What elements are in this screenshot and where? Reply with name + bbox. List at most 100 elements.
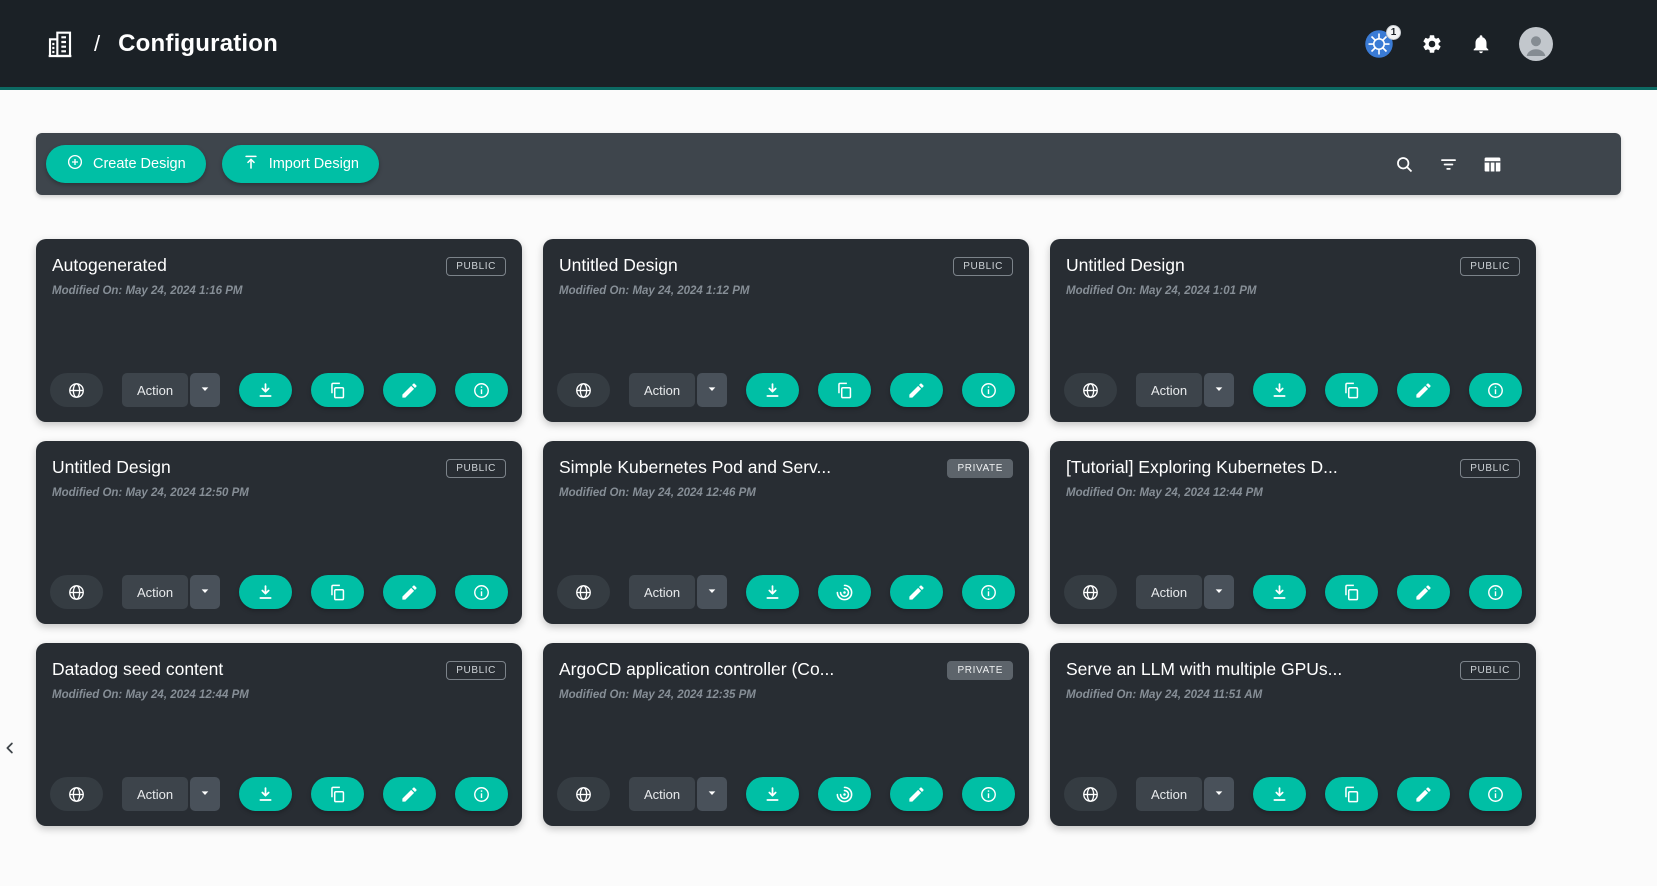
provider-icon[interactable]: 1 — [1364, 29, 1394, 59]
download-button[interactable] — [746, 777, 799, 811]
action-dropdown-button[interactable] — [1204, 575, 1234, 609]
avatar[interactable] — [1519, 27, 1553, 61]
download-button[interactable] — [746, 575, 799, 609]
info-button[interactable] — [455, 575, 508, 609]
spiral-icon — [835, 583, 854, 602]
plus-circle-icon — [66, 153, 84, 175]
globe-button[interactable] — [1064, 575, 1117, 609]
action-dropdown-button[interactable] — [1204, 777, 1234, 811]
copy-button[interactable] — [818, 373, 871, 407]
globe-button[interactable] — [557, 575, 610, 609]
action-button[interactable]: Action — [629, 777, 695, 811]
copy-button[interactable] — [1325, 575, 1378, 609]
building-icon[interactable] — [44, 28, 76, 60]
download-button[interactable] — [1253, 575, 1306, 609]
search-icon[interactable] — [1394, 154, 1415, 175]
card-actions: Action — [50, 575, 508, 609]
gear-icon[interactable] — [1421, 33, 1443, 55]
copy-button[interactable] — [311, 777, 364, 811]
download-icon — [1270, 583, 1289, 602]
action-button[interactable]: Action — [1136, 575, 1202, 609]
action-dropdown-button[interactable] — [190, 777, 220, 811]
copy-button[interactable] — [311, 373, 364, 407]
action-button[interactable]: Action — [1136, 373, 1202, 407]
import-design-button[interactable]: Import Design — [222, 145, 379, 183]
modified-on: Modified On: May 24, 2024 1:12 PM — [559, 285, 1013, 297]
info-button[interactable] — [962, 575, 1015, 609]
action-dropdown-button[interactable] — [1204, 373, 1234, 407]
globe-button[interactable] — [1064, 373, 1117, 407]
copy-button[interactable] — [1325, 777, 1378, 811]
download-button[interactable] — [239, 777, 292, 811]
globe-button[interactable] — [557, 777, 610, 811]
action-button[interactable]: Action — [629, 373, 695, 407]
card-header: Simple Kubernetes Pod and Serv... PRIVAT… — [559, 457, 1013, 478]
action-button[interactable]: Action — [122, 575, 188, 609]
design-title: Untitled Design — [1066, 255, 1197, 276]
copy-button[interactable] — [1325, 373, 1378, 407]
card-header: Serve an LLM with multiple GPUs... PUBLI… — [1066, 659, 1520, 680]
edit-button[interactable] — [1397, 575, 1450, 609]
design-card: Untitled Design PUBLIC Modified On: May … — [543, 239, 1029, 422]
modified-on: Modified On: May 24, 2024 12:44 PM — [1066, 487, 1520, 499]
info-button[interactable] — [962, 373, 1015, 407]
edit-button[interactable] — [383, 575, 436, 609]
action-dropdown-button[interactable] — [697, 373, 727, 407]
info-button[interactable] — [1469, 373, 1522, 407]
info-button[interactable] — [1469, 575, 1522, 609]
edit-button[interactable] — [890, 777, 943, 811]
card-header: ArgoCD application controller (Co... PRI… — [559, 659, 1013, 680]
edit-button[interactable] — [890, 373, 943, 407]
copy-icon — [1342, 583, 1361, 602]
info-button[interactable] — [962, 777, 1015, 811]
card-header: [Tutorial] Exploring Kubernetes D... PUB… — [1066, 457, 1520, 478]
modified-on: Modified On: May 24, 2024 1:01 PM — [1066, 285, 1520, 297]
action-split-button: Action — [1136, 373, 1234, 407]
action-dropdown-button[interactable] — [190, 575, 220, 609]
spiral-button[interactable] — [818, 575, 871, 609]
action-button[interactable]: Action — [122, 777, 188, 811]
globe-button[interactable] — [50, 373, 103, 407]
action-button[interactable]: Action — [1136, 777, 1202, 811]
download-icon — [763, 381, 782, 400]
edit-button[interactable] — [1397, 373, 1450, 407]
action-dropdown-button[interactable] — [697, 575, 727, 609]
edit-button[interactable] — [890, 575, 943, 609]
chevron-down-icon — [1211, 583, 1227, 602]
download-button[interactable] — [746, 373, 799, 407]
edit-button[interactable] — [1397, 777, 1450, 811]
action-dropdown-button[interactable] — [697, 777, 727, 811]
info-icon — [1486, 381, 1505, 400]
action-button[interactable]: Action — [629, 575, 695, 609]
download-button[interactable] — [239, 373, 292, 407]
info-button[interactable] — [1469, 777, 1522, 811]
download-button[interactable] — [1253, 777, 1306, 811]
edit-button[interactable] — [383, 373, 436, 407]
action-dropdown-button[interactable] — [190, 373, 220, 407]
download-button[interactable] — [1253, 373, 1306, 407]
globe-button[interactable] — [557, 373, 610, 407]
upload-icon — [242, 153, 260, 175]
table-view-icon[interactable] — [1482, 154, 1503, 175]
design-title: ArgoCD application controller (Co... — [559, 659, 846, 680]
info-icon — [472, 381, 491, 400]
modified-on: Modified On: May 24, 2024 12:50 PM — [52, 487, 506, 499]
edit-button[interactable] — [383, 777, 436, 811]
globe-button[interactable] — [50, 575, 103, 609]
sidebar-collapse-toggle[interactable] — [0, 735, 20, 763]
action-button[interactable]: Action — [122, 373, 188, 407]
globe-button[interactable] — [50, 777, 103, 811]
download-button[interactable] — [239, 575, 292, 609]
card-actions: Action — [1064, 373, 1522, 407]
filter-icon[interactable] — [1438, 154, 1459, 175]
visibility-badge: PRIVATE — [947, 459, 1013, 478]
info-button[interactable] — [455, 373, 508, 407]
spiral-button[interactable] — [818, 777, 871, 811]
create-design-button[interactable]: Create Design — [46, 145, 206, 183]
globe-button[interactable] — [1064, 777, 1117, 811]
bell-icon[interactable] — [1470, 33, 1492, 55]
info-icon — [979, 381, 998, 400]
info-button[interactable] — [455, 777, 508, 811]
app-header: / Configuration 1 — [0, 0, 1657, 90]
copy-button[interactable] — [311, 575, 364, 609]
